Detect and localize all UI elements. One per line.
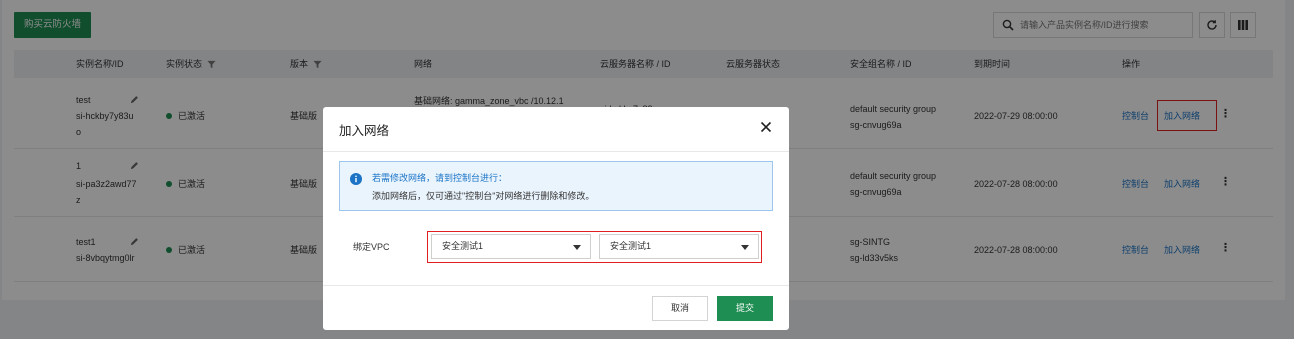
submit-button[interactable]: 提交 (717, 296, 773, 321)
vpc-label: 绑定VPC (353, 242, 390, 252)
join-network-dialog: 加入网络 若需修改网络，请到控制台进行： 添加网络后，仅可通过"控制台"对网络进… (323, 107, 789, 330)
info-notice: 若需修改网络，请到控制台进行： 添加网络后，仅可通过"控制台"对网络进行删除和修… (339, 161, 773, 211)
notice-title: 若需修改网络，请到控制台进行： (372, 173, 508, 183)
chevron-down-icon (573, 245, 581, 250)
cancel-button[interactable]: 取消 (652, 296, 708, 321)
notice-body: 添加网络后，仅可通过"控制台"对网络进行删除和修改。 (372, 191, 595, 201)
vpc-select-primary[interactable]: 安全测试1 (431, 234, 591, 259)
select-value: 安全测试1 (442, 241, 484, 251)
chevron-down-icon (741, 245, 749, 250)
vpc-select-secondary[interactable]: 安全测试1 (599, 234, 759, 259)
divider (323, 151, 789, 152)
dialog-title: 加入网络 (339, 124, 390, 138)
divider (323, 285, 789, 286)
close-icon[interactable] (760, 121, 772, 133)
info-icon (350, 173, 362, 185)
vpc-highlight-box: 安全测试1 安全测试1 (427, 231, 762, 263)
select-value: 安全测试1 (610, 241, 652, 251)
